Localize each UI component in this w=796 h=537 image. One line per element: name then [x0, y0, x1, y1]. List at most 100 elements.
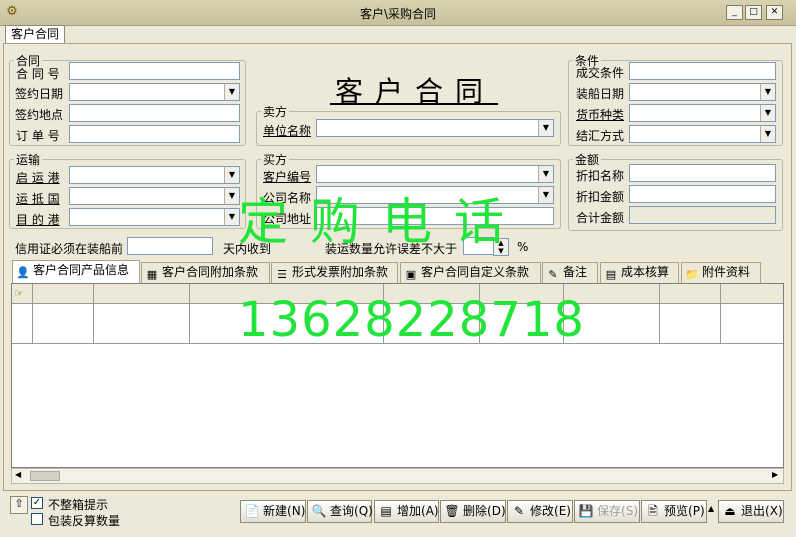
edit-button[interactable]: ✎ 修改(E) — [507, 500, 573, 523]
destination-country-label[interactable]: 运 抵 国 — [16, 190, 60, 207]
discount-name-label: 折扣名称 — [576, 169, 625, 183]
destination-country-combo[interactable]: ▼ — [69, 187, 240, 205]
discount-amount-input[interactable] — [629, 185, 776, 203]
destination-port-label[interactable]: 目 的 港 — [16, 211, 60, 228]
invoice-icon: ☰ — [277, 268, 287, 281]
scroll-thumb[interactable] — [30, 471, 60, 481]
edit-button-label: 修改 — [530, 504, 555, 518]
contract-no-label: 合 同 号 — [16, 67, 60, 81]
chevron-down-icon[interactable]: ▼ — [538, 120, 553, 136]
chevron-down-icon[interactable]: ▼ — [538, 166, 553, 182]
settlement-label: 结汇方式 — [576, 129, 625, 143]
horizontal-scrollbar[interactable]: ◀ ▶ — [11, 468, 784, 484]
tab-invoice-terms[interactable]: ☰ 形式发票附加条款 — [271, 262, 398, 283]
origin-port-combo[interactable]: ▼ — [69, 166, 240, 184]
edit-icon: ✎ — [513, 504, 525, 518]
total-amount-label: 合计金额 — [576, 211, 625, 225]
tab-customer-contract[interactable]: 客户合同 — [5, 25, 65, 43]
top-tab-strip — [0, 26, 796, 44]
currency-combo[interactable]: ▼ — [629, 104, 776, 122]
custom-icon: ▣ — [405, 268, 417, 281]
preview-button-label: 预览 — [664, 504, 689, 518]
delete-button-label: 删除 — [463, 504, 488, 518]
up-arrow-button[interactable]: ⇧ — [10, 496, 28, 514]
dropdown-arrow-icon[interactable]: ▲ — [708, 504, 714, 513]
unit-name-combo[interactable]: ▼ — [316, 119, 554, 137]
tab-product-info-label: 客户合同产品信息 — [33, 263, 130, 277]
tab-product-info[interactable]: 👤 客户合同产品信息 — [12, 260, 140, 283]
chevron-down-icon[interactable]: ▼ — [224, 84, 239, 100]
chevron-down-icon[interactable]: ▼ — [760, 126, 775, 142]
query-button[interactable]: 🔍 查询(Q) — [307, 500, 373, 523]
origin-port-label[interactable]: 启 运 港 — [16, 169, 60, 186]
save-button[interactable]: 💾 保存(S) — [574, 500, 640, 523]
new-button-label: 新建 — [263, 504, 288, 518]
chevron-down-icon[interactable]: ▼ — [760, 84, 775, 100]
tab-custom-terms-label: 客户合同自定义条款 — [421, 265, 530, 279]
unit-name-label[interactable]: 单位名称 — [263, 122, 311, 139]
chevron-down-icon[interactable]: ▼ — [538, 187, 553, 203]
sign-place-label: 签约地点 — [15, 108, 64, 122]
calculator-icon: ▤ — [605, 268, 617, 281]
tab-notes-label: 备注 — [563, 265, 588, 279]
deal-terms-input[interactable] — [629, 62, 776, 80]
no-whole-box-label: 不整箱提示 — [48, 498, 109, 512]
new-button[interactable]: 📄 新建(N) — [240, 500, 306, 523]
preview-button[interactable]: 🖹 预览(P) — [641, 500, 707, 523]
order-no-label: 订 单 号 — [16, 129, 60, 143]
sign-date-combo[interactable]: ▼ — [69, 83, 240, 101]
edit-key: E — [558, 504, 567, 518]
tab-notes[interactable]: ✎ 备注 — [542, 262, 598, 283]
chevron-down-icon[interactable]: ▼ — [760, 105, 775, 121]
save-key: S — [625, 504, 634, 518]
close-button[interactable]: ✕ — [766, 5, 783, 20]
transport-legend: 运输 — [16, 153, 41, 167]
tab-additional-terms[interactable]: ▦ 客户合同附加条款 — [141, 262, 270, 283]
tab-attachments-label: 附件资料 — [702, 265, 751, 279]
sign-place-input[interactable] — [69, 104, 240, 122]
minimize-button[interactable]: _ — [726, 5, 743, 20]
save-icon: 💾 — [578, 504, 594, 518]
add-key: A — [425, 504, 434, 518]
delete-key: D — [491, 504, 501, 518]
chevron-down-icon[interactable]: ▼ — [224, 167, 239, 183]
exit-button[interactable]: ⏏ 退出(X) — [718, 500, 784, 523]
settlement-combo[interactable]: ▼ — [629, 125, 776, 143]
query-button-label: 查询 — [330, 504, 355, 518]
tab-additional-terms-label: 客户合同附加条款 — [162, 265, 259, 279]
window-title: 客户\采购合同 — [359, 7, 437, 21]
contract-no-input[interactable] — [69, 62, 240, 80]
chevron-down-icon[interactable]: ▼ — [224, 209, 239, 225]
destination-port-combo[interactable]: ▼ — [69, 208, 240, 226]
no-whole-box-checkbox[interactable]: ✓ — [31, 497, 43, 509]
scroll-right-icon[interactable]: ▶ — [772, 470, 778, 479]
tab-custom-terms[interactable]: ▣ 客户合同自定义条款 — [400, 262, 541, 283]
new-key: N — [291, 504, 301, 518]
customer-code-combo[interactable]: ▼ — [316, 165, 554, 183]
delete-button[interactable]: 🗑 删除(D) — [440, 500, 506, 523]
sign-date-label: 签约日期 — [15, 87, 64, 101]
add-doc-icon: ▦ — [146, 268, 158, 281]
scroll-left-icon[interactable]: ◀ — [15, 470, 21, 479]
maximize-button[interactable]: □ — [745, 5, 762, 20]
tab-cost[interactable]: ▤ 成本核算 — [600, 262, 679, 283]
total-amount-field — [629, 206, 776, 224]
exit-key: X — [769, 504, 778, 518]
lc-days-input[interactable] — [127, 237, 213, 255]
order-no-input[interactable] — [69, 125, 240, 143]
person-folder-icon: 👤 — [16, 266, 30, 279]
ship-date-combo[interactable]: ▼ — [629, 83, 776, 101]
tab-attachments[interactable]: 📁 附件资料 — [681, 262, 761, 283]
ship-date-label: 装船日期 — [576, 87, 625, 101]
query-key: Q — [358, 504, 369, 518]
new-doc-icon: 📄 — [244, 504, 260, 518]
discount-name-input[interactable] — [629, 164, 776, 182]
add-button[interactable]: ▤ 增加(A) — [374, 500, 439, 523]
note-icon: ✎ — [548, 268, 558, 281]
attachment-icon: 📁 — [685, 268, 699, 281]
chevron-down-icon[interactable]: ▼ — [224, 188, 239, 204]
currency-label[interactable]: 货币种类 — [576, 106, 624, 123]
watermark-title: 定购电话 — [238, 193, 526, 251]
amount-legend: 金额 — [575, 153, 600, 167]
pack-reverse-checkbox[interactable] — [31, 513, 43, 525]
